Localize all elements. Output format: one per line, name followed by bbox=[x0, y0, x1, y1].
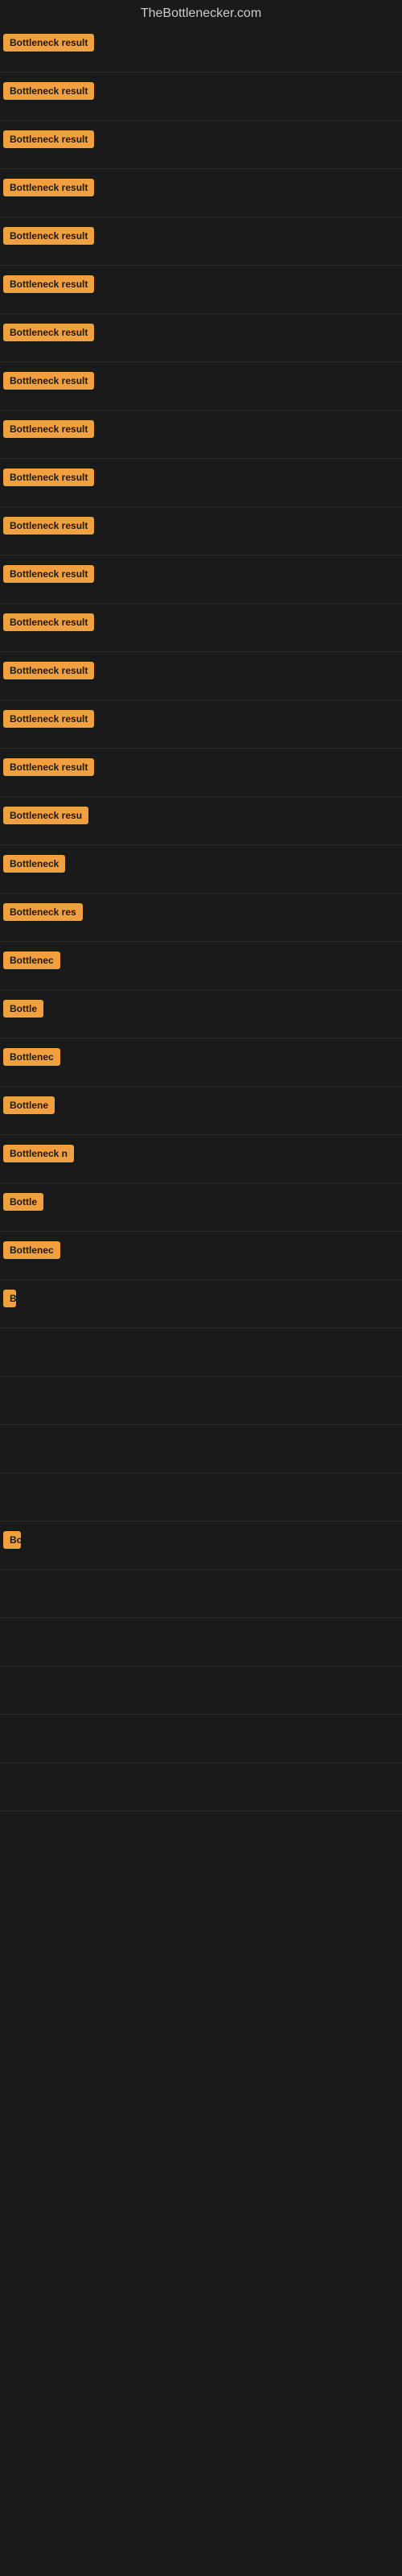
site-title: TheBottlenecker.com bbox=[0, 0, 402, 24]
bottleneck-row: Bottle bbox=[0, 990, 402, 1038]
bottleneck-row: Bottleneck n bbox=[0, 1135, 402, 1183]
bottleneck-row: Bottleneck resu bbox=[0, 797, 402, 845]
bottleneck-row: Bo bbox=[0, 1521, 402, 1570]
bottleneck-badge[interactable]: Bottlenec bbox=[3, 1241, 60, 1259]
bottleneck-row: Bottlene bbox=[0, 1087, 402, 1135]
bottleneck-badge[interactable]: Bottleneck result bbox=[3, 662, 94, 679]
bottleneck-badge[interactable]: Bottleneck resu bbox=[3, 807, 88, 824]
bottleneck-badge[interactable]: Bo bbox=[3, 1531, 21, 1549]
bottleneck-badge[interactable]: Bottleneck result bbox=[3, 469, 94, 486]
bottleneck-badge[interactable]: Bottleneck result bbox=[3, 372, 94, 390]
bottleneck-badge[interactable]: Bottleneck bbox=[3, 855, 65, 873]
bottleneck-badge[interactable]: Bottleneck n bbox=[3, 1145, 74, 1162]
bottleneck-row: Bottleneck result bbox=[0, 507, 402, 555]
bottleneck-badge[interactable]: Bottleneck result bbox=[3, 710, 94, 728]
bottleneck-row bbox=[0, 1570, 402, 1618]
bottleneck-row: Bottle bbox=[0, 1183, 402, 1232]
bottleneck-badge[interactable]: Bottleneck result bbox=[3, 324, 94, 341]
bottleneck-row: Bottleneck res bbox=[0, 894, 402, 942]
bottleneck-row: Bottleneck result bbox=[0, 266, 402, 314]
bottleneck-row bbox=[0, 1618, 402, 1666]
bottleneck-badge[interactable]: Bottleneck result bbox=[3, 420, 94, 438]
bottleneck-row: Bottleneck result bbox=[0, 24, 402, 72]
bottleneck-row: Bottleneck bbox=[0, 845, 402, 894]
bottleneck-row: Bottleneck result bbox=[0, 652, 402, 700]
bottleneck-row: Bottleneck result bbox=[0, 411, 402, 459]
bottleneck-badge[interactable]: Bottleneck result bbox=[3, 82, 94, 100]
bottleneck-row: Bottleneck result bbox=[0, 459, 402, 507]
bottleneck-row: Bottleneck result bbox=[0, 169, 402, 217]
bottleneck-badge[interactable]: Bottleneck result bbox=[3, 130, 94, 148]
bottleneck-row: Bottleneck result bbox=[0, 700, 402, 749]
bottleneck-row: Bottleneck result bbox=[0, 555, 402, 604]
bottleneck-badge[interactable]: Bottlene bbox=[3, 1096, 55, 1114]
bottleneck-row bbox=[0, 1763, 402, 1811]
bottleneck-row: Bottleneck result bbox=[0, 604, 402, 652]
bottleneck-row bbox=[0, 1328, 402, 1377]
bottleneck-row: Bottleneck result bbox=[0, 217, 402, 266]
bottleneck-badge[interactable]: Bottlenec bbox=[3, 952, 60, 969]
bottleneck-row bbox=[0, 1425, 402, 1473]
bottleneck-row bbox=[0, 1377, 402, 1425]
bottleneck-badge[interactable]: Bottle bbox=[3, 1000, 43, 1018]
bottleneck-badge[interactable]: Bottleneck result bbox=[3, 179, 94, 196]
bottleneck-row bbox=[0, 1666, 402, 1715]
bottleneck-row: Bottleneck result bbox=[0, 72, 402, 121]
bottleneck-row bbox=[0, 1715, 402, 1763]
bottleneck-badge[interactable]: Bottlenec bbox=[3, 1048, 60, 1066]
bottleneck-badge[interactable]: Bottleneck result bbox=[3, 275, 94, 293]
bottleneck-badge[interactable]: Bottleneck result bbox=[3, 517, 94, 535]
bottleneck-row: Bottleneck result bbox=[0, 121, 402, 169]
bottleneck-badge[interactable]: Bottleneck result bbox=[3, 227, 94, 245]
bottleneck-row bbox=[0, 1473, 402, 1521]
bottleneck-badge[interactable]: B bbox=[3, 1290, 16, 1307]
bottleneck-badge[interactable]: Bottleneck result bbox=[3, 758, 94, 776]
bottleneck-row: Bottleneck result bbox=[0, 362, 402, 411]
bottleneck-row: B bbox=[0, 1280, 402, 1328]
bottleneck-badge[interactable]: Bottleneck result bbox=[3, 34, 94, 52]
bottleneck-badge[interactable]: Bottle bbox=[3, 1193, 43, 1211]
bottleneck-row: Bottlenec bbox=[0, 942, 402, 990]
site-title-container: TheBottlenecker.com bbox=[0, 0, 402, 24]
bottleneck-row: Bottleneck result bbox=[0, 749, 402, 797]
bottleneck-badge[interactable]: Bottleneck result bbox=[3, 565, 94, 583]
bottleneck-row: Bottleneck result bbox=[0, 314, 402, 362]
bottleneck-badge[interactable]: Bottleneck res bbox=[3, 903, 83, 921]
bottleneck-row: Bottlenec bbox=[0, 1038, 402, 1087]
bottleneck-row: Bottlenec bbox=[0, 1232, 402, 1280]
bottleneck-badge[interactable]: Bottleneck result bbox=[3, 613, 94, 631]
items-container: Bottleneck result Bottleneck result Bottle… bbox=[0, 24, 402, 1811]
